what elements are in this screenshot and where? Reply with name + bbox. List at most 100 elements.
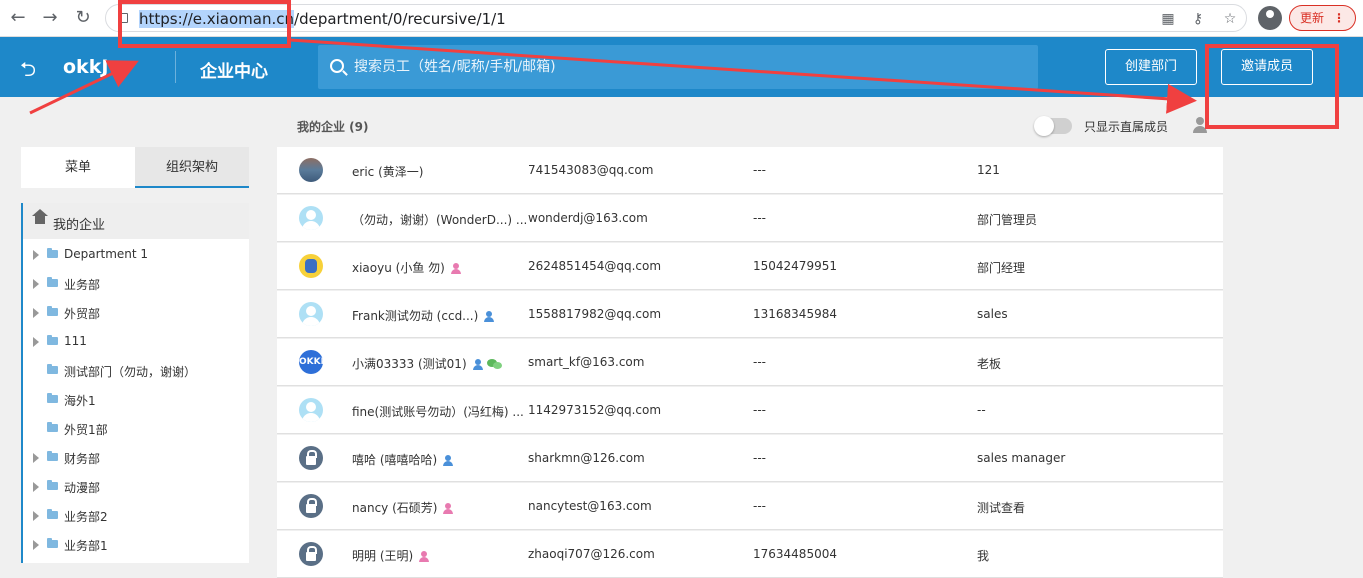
home-icon	[32, 209, 48, 227]
address-bar[interactable]: https://e.xiaoman.cn/department/0/recurs…	[105, 4, 1247, 32]
caret-right-icon[interactable]	[33, 337, 39, 347]
tree-item-label: 外贸1部	[64, 423, 108, 437]
caret-right-icon[interactable]	[33, 540, 39, 550]
member-name: Frank测试勿动 (ccd...)	[352, 307, 495, 324]
member-role: 老板	[977, 357, 1002, 371]
member-name: nancy (石硕芳)	[352, 499, 454, 516]
profile-avatar[interactable]	[1258, 6, 1282, 30]
member-phone: ---	[753, 355, 766, 369]
member-name: fine(测试账号勿动）(冯红梅) ...	[352, 405, 524, 419]
tree-item[interactable]: Department 1	[23, 240, 249, 269]
search-input[interactable]	[354, 45, 1024, 89]
person-icon[interactable]	[1193, 117, 1207, 133]
more-menu-icon: ⋮	[1333, 11, 1345, 25]
caret-right-icon[interactable]	[33, 482, 39, 492]
lock-icon	[120, 13, 128, 23]
member-role: 121	[977, 163, 1000, 177]
tree-item[interactable]: 外贸1部	[23, 414, 249, 443]
tree-item-label: 111	[64, 334, 87, 348]
table-row[interactable]: （勿动，谢谢）(WonderD...) ... wonderdj@163.com -…	[277, 195, 1223, 242]
table-row[interactable]: Frank测试勿动 (ccd...) 1558817982@qq.com 13168…	[277, 291, 1223, 338]
member-email: zhaoqi707@126.com	[528, 547, 655, 561]
tree-item-label: 业务部2	[64, 510, 108, 524]
member-email: 1142973152@qq.com	[528, 403, 662, 417]
caret-right-icon[interactable]	[33, 250, 39, 260]
table-row[interactable]: eric (黄泽一) 741543083@qq.com --- 121	[277, 147, 1223, 194]
caret-right-icon[interactable]	[33, 279, 39, 289]
qr-code-icon[interactable]: ▦	[1158, 9, 1178, 29]
table-row[interactable]: 明明 (王明) zhaoqi707@126.com 17634485004 我	[277, 531, 1223, 578]
member-phone: ---	[753, 499, 766, 513]
sidebar-tabs: 菜单 组织架构	[21, 147, 249, 188]
create-department-button[interactable]: 创建部门	[1105, 49, 1197, 85]
tree-item-label: 财务部	[64, 452, 101, 466]
tree-item[interactable]: 测试部门（勿动，谢谢）	[23, 356, 249, 385]
member-role: 部门管理员	[977, 213, 1038, 227]
member-phone: ---	[753, 451, 766, 465]
tab-org-structure[interactable]: 组织架构	[135, 147, 249, 188]
avatar	[299, 254, 323, 278]
invite-member-button[interactable]: 邀请成员	[1221, 49, 1313, 85]
tree-item[interactable]: 业务部	[23, 269, 249, 298]
member-email: wonderdj@163.com	[528, 211, 648, 225]
member-phone: ---	[753, 403, 766, 417]
female-user-icon	[450, 263, 461, 274]
url-text[interactable]: https://e.xiaoman.cn/department/0/recurs…	[139, 10, 506, 28]
tree-item[interactable]: 海外1	[23, 385, 249, 414]
member-phone: ---	[753, 211, 766, 225]
wechat-icon	[486, 359, 503, 370]
avatar	[299, 542, 323, 566]
folder-icon	[47, 248, 58, 258]
tree-root-label: 我的企业	[53, 218, 106, 233]
tree-item[interactable]: 业务部2	[23, 501, 249, 530]
table-row[interactable]: xiaoyu (小鱼 勿) 2624851454@qq.com 1504247995…	[277, 243, 1223, 290]
avatar	[299, 302, 323, 326]
tree-root[interactable]: 我的企业	[23, 203, 249, 239]
update-button[interactable]: 更新 ⋮	[1289, 5, 1356, 31]
tree-item[interactable]: 财务部	[23, 443, 249, 472]
direct-members-toggle[interactable]	[1034, 116, 1072, 136]
folder-icon	[47, 335, 58, 345]
member-role: 我	[977, 549, 990, 563]
star-icon[interactable]: ☆	[1220, 9, 1240, 29]
tree-item-label: 海外1	[64, 394, 96, 408]
tree-item-label: 动漫部	[64, 481, 101, 495]
tree-item[interactable]: 外贸部	[23, 298, 249, 327]
member-table: eric (黄泽一) 741543083@qq.com --- 121 （勿动，谢谢）(…	[277, 147, 1223, 578]
member-phone: 13168345984	[753, 307, 837, 321]
member-role: 测试查看	[977, 501, 1026, 515]
table-row[interactable]: nancy (石硕芳) nancytest@163.com --- 测试查看	[277, 483, 1223, 530]
folder-icon	[47, 451, 58, 461]
return-icon[interactable]: ⮌	[20, 55, 44, 81]
table-row[interactable]: 嘻哈 (嘻嘻哈哈) sharkmn@126.com --- sales manager	[277, 435, 1223, 482]
browser-toolbar: ← → ↻ https://e.xiaoman.cn/department/0/…	[0, 0, 1363, 37]
tree-item[interactable]: 业务部1	[23, 530, 249, 559]
folder-icon	[47, 480, 58, 490]
avatar: OKKI	[299, 350, 323, 374]
member-phone: 17634485004	[753, 547, 837, 561]
toggle-label: 只显示直属成员	[1084, 120, 1169, 134]
member-email: nancytest@163.com	[528, 499, 652, 513]
tree-item-label: 外贸部	[64, 307, 101, 321]
member-email: smart_kf@163.com	[528, 355, 645, 369]
tree-item[interactable]: 111	[23, 327, 249, 356]
reload-icon[interactable]: ↻	[71, 6, 95, 30]
search-icon	[330, 59, 344, 73]
forward-arrow-icon[interactable]: →	[38, 6, 62, 30]
member-email: sharkmn@126.com	[528, 451, 645, 465]
member-role: 部门经理	[977, 261, 1026, 275]
caret-right-icon[interactable]	[33, 453, 39, 463]
caret-right-icon[interactable]	[33, 511, 39, 521]
folder-icon	[47, 277, 58, 287]
table-row[interactable]: fine(测试账号勿动）(冯红梅) ... 1142973152@qq.com --…	[277, 387, 1223, 434]
key-icon[interactable]: ⚷	[1188, 9, 1208, 29]
tab-menu[interactable]: 菜单	[21, 147, 135, 188]
back-arrow-icon[interactable]: ←	[6, 6, 30, 30]
table-row[interactable]: OKKI 小满03333 (测试01) smart_kf@163.com --- 老板	[277, 339, 1223, 386]
member-email: 1558817982@qq.com	[528, 307, 662, 321]
caret-right-icon[interactable]	[33, 308, 39, 318]
logo: okkJ	[63, 56, 109, 78]
avatar	[299, 494, 323, 518]
tree-item[interactable]: 动漫部	[23, 472, 249, 501]
header-divider	[175, 51, 176, 83]
